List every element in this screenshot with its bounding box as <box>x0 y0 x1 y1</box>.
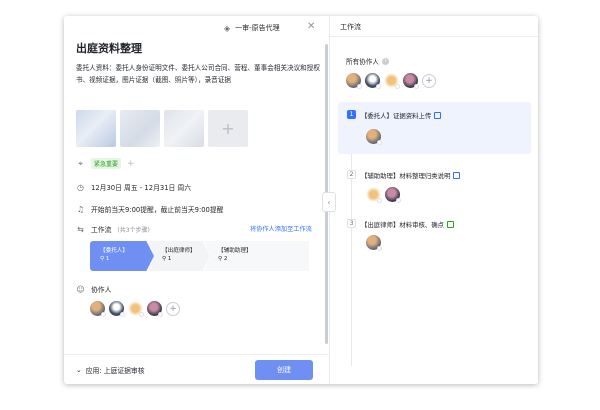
people-icon: ☺ <box>76 284 85 294</box>
workflow-step-label: 【出庭律师】 <box>162 248 196 254</box>
plus-icon: + <box>169 303 177 314</box>
workflow-panel-title: 工作流 <box>340 23 361 31</box>
layers-icon: ◈ <box>224 23 231 33</box>
priority-tag[interactable]: 紧急重要 <box>91 158 122 169</box>
bell-icon: ♫ <box>76 204 85 214</box>
step-assignees <box>366 187 401 203</box>
all-collaborator-avatars: + <box>346 73 436 89</box>
step-title[interactable]: 【辅助助理】材料整理归类说明 <box>361 171 461 180</box>
workflow-step-label: 【辅助助理】 <box>218 248 252 254</box>
workflow-icon: ⇆ <box>77 224 84 234</box>
close-icon[interactable]: ✕ <box>307 21 315 32</box>
collapse-panel-chevron-left-icon[interactable]: ‹ <box>322 192 336 212</box>
workflow-step[interactable]: 【辅助助理】 ⚲ 2 <box>204 241 309 271</box>
avatar[interactable] <box>346 73 362 89</box>
step-title[interactable]: 【出庭律师】材料审核、确点 <box>361 220 455 229</box>
document-icon <box>447 221 455 228</box>
step-assignees <box>366 235 382 251</box>
task-title[interactable]: 出庭资料整理 <box>76 40 142 56</box>
avatar[interactable] <box>385 187 401 203</box>
all-collaborators-label: 所有协作人 i <box>346 56 389 66</box>
workflow-step[interactable]: 【出庭律师】 ⚲ 1 <box>148 241 210 271</box>
tag-row: ⌖ 紧急重要 + <box>76 158 135 169</box>
chevron-down-icon: ⌄ <box>76 366 82 374</box>
avatar[interactable] <box>147 301 163 317</box>
mode-label: 一审-原告代理 <box>235 24 280 32</box>
avatar[interactable] <box>90 301 106 317</box>
add-collaborator-button[interactable]: + <box>422 73 436 88</box>
workflow-panel: 工作流 所有协作人 i + 1 【委托人】证据资料上传 2 【辅助助理】材料整理… <box>330 16 538 384</box>
divider <box>330 36 538 37</box>
step-title[interactable]: 【委托人】证据资料上传 <box>361 111 442 120</box>
task-dialog: ◈ 一审-原告代理 ✕ 出庭资料整理 委托人资料：委托人身份证明文件、委托人公司… <box>64 16 538 384</box>
clock-icon: ◷ <box>77 182 84 192</box>
workflow-steps: 【委托人】 ⚲ 1 【出庭律师】 ⚲ 1 【辅助助理】 ⚲ 2 <box>90 241 315 271</box>
collaborators-row: ☺ 协作人 <box>76 284 112 295</box>
person-icon: ⚲ <box>100 256 105 262</box>
workflow-row: ⇆ 工作流 (共3个步骤) <box>76 224 150 235</box>
attachment-list: + <box>76 110 248 147</box>
info-icon[interactable]: i <box>381 57 389 65</box>
avatar[interactable] <box>384 73 400 89</box>
avatar[interactable] <box>366 235 382 251</box>
attachment-thumbnail[interactable] <box>164 110 204 147</box>
app-selector[interactable]: ⌄ 应用: 上庭证据审核 <box>76 365 145 375</box>
person-icon: ⚲ <box>162 256 167 262</box>
workflow-step[interactable]: 【委托人】 ⚲ 1 <box>90 241 154 271</box>
workflow-step-label: 【委托人】 <box>100 248 128 254</box>
person-icon: ⚲ <box>218 256 223 262</box>
step-number: 1 <box>347 110 356 119</box>
plus-icon: + <box>221 119 235 138</box>
task-description[interactable]: 委托人资料：委托人身份证明文件、委托人公司合同、营程、董事会相关决议和授权书、视… <box>76 62 322 86</box>
collaborators-label: 协作人 <box>91 286 112 294</box>
add-attachment-button[interactable]: + <box>208 110 248 147</box>
attachment-thumbnail[interactable] <box>76 110 116 147</box>
workflow-step-card-active[interactable] <box>338 102 531 154</box>
add-to-workflow-link[interactable]: 将协作人添加至工作流 <box>250 224 312 233</box>
avatar[interactable] <box>366 187 382 203</box>
create-button[interactable]: 创建 <box>255 360 313 380</box>
attachment-thumbnail[interactable] <box>120 110 160 147</box>
task-editor-panel: ◈ 一审-原告代理 ✕ 出庭资料整理 委托人资料：委托人身份证明文件、委托人公司… <box>64 16 330 384</box>
reminder-text: 开始前当天9:00提醒，截止前当天9:00提醒 <box>91 206 224 214</box>
step-assignees <box>366 129 382 145</box>
tag-icon: ⌖ <box>78 158 83 168</box>
collaborator-avatars: + <box>90 301 180 317</box>
add-collaborator-button[interactable]: + <box>166 301 180 316</box>
workflow-label: 工作流 <box>91 226 112 234</box>
reminder-row[interactable]: ♫ 开始前当天9:00提醒，截止前当天9:00提醒 <box>76 204 224 215</box>
app-label: 应用: 上庭证据审核 <box>85 367 145 375</box>
avatar[interactable] <box>403 73 419 89</box>
document-icon <box>434 112 442 119</box>
avatar[interactable] <box>365 73 381 89</box>
avatar[interactable] <box>109 301 125 317</box>
add-tag-icon[interactable]: + <box>127 159 135 169</box>
mode-selector[interactable]: ◈ 一审-原告代理 <box>224 23 280 33</box>
step-number: 2 <box>347 170 356 179</box>
date-row[interactable]: ◷ 12月30日 周五 - 12月31日 周六 <box>76 182 192 193</box>
avatar[interactable] <box>128 301 144 317</box>
avatar[interactable] <box>366 129 382 145</box>
workflow-step-count: 1 <box>167 256 172 262</box>
workflow-count: (共3个步骤) <box>117 226 150 234</box>
step-number: 3 <box>347 219 356 228</box>
date-range: 12月30日 周五 - 12月31日 周六 <box>91 184 192 192</box>
dialog-footer: ⌄ 应用: 上庭证据审核 创建 <box>64 354 330 384</box>
document-icon <box>453 172 461 179</box>
workflow-step-count: 2 <box>223 256 228 262</box>
workflow-step-count: 1 <box>105 256 110 262</box>
